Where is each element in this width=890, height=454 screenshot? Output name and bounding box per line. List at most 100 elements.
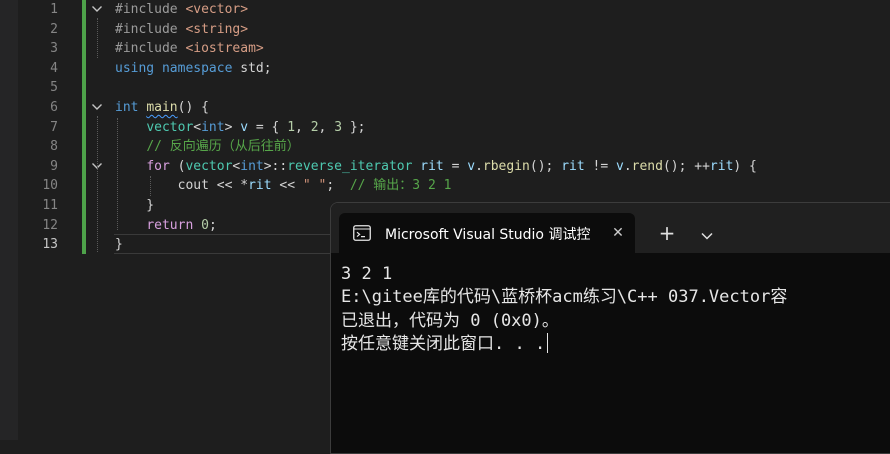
debug-console-window[interactable]: Microsoft Visual Studio 调试控 ✕ + 3 2 1 E:… <box>330 202 890 454</box>
code-token: <iostream> <box>185 41 264 57</box>
close-tab-icon[interactable]: ✕ <box>609 224 627 242</box>
code-token: 0 <box>201 217 209 233</box>
code-token: (); ++ <box>662 158 710 174</box>
code-token: 1 <box>287 119 296 135</box>
code-token: = <box>443 158 468 174</box>
code-line[interactable]: cout << *rit << " "; // 输出：3 2 1 <box>115 176 452 196</box>
code-token: 3 <box>334 119 343 135</box>
code-token: v <box>467 158 476 174</box>
fold-chevron-down-icon[interactable] <box>90 100 104 114</box>
terminal-icon <box>353 225 371 241</box>
code-token: cout << * <box>115 178 249 194</box>
line-number: 8 <box>50 139 58 155</box>
code-token: int <box>201 119 225 135</box>
code-token: reverse_iterator <box>287 158 413 174</box>
line-number: 11 <box>42 198 58 213</box>
line-number: 10 <box>42 178 58 194</box>
code-token: std; <box>232 60 272 76</box>
code-line[interactable]: // 反向遍历（从后往前） <box>115 137 299 157</box>
code-line[interactable]: return 0; <box>115 216 217 236</box>
code-token: int <box>115 100 139 115</box>
code-token: 2 <box>310 119 319 135</box>
code-token: <vector> <box>185 2 249 17</box>
code-line[interactable]: #include <vector> <box>115 0 248 20</box>
code-line[interactable]: vector<int> v = { 1, 2, 3 }; <box>115 118 366 138</box>
code-token: > <box>224 119 241 135</box>
terminal-tab[interactable]: Microsoft Visual Studio 调试控 ✕ <box>339 213 635 253</box>
change-indicator-bar <box>82 0 86 254</box>
fold-region-line <box>97 18 99 58</box>
terminal-tab-bar: Microsoft Visual Studio 调试控 ✕ + <box>331 203 890 253</box>
code-token: using <box>115 60 155 76</box>
code-token: ) { <box>733 158 757 174</box>
code-token: v <box>615 158 624 174</box>
code-token: rit <box>709 158 734 174</box>
line-number: 7 <box>50 119 58 135</box>
code-token: return <box>146 217 194 233</box>
code-token: (); <box>529 158 562 174</box>
fold-region-line <box>97 116 99 252</box>
code-line[interactable]: } <box>115 196 154 216</box>
code-line[interactable]: } <box>115 235 123 255</box>
code-token: << <box>271 178 303 194</box>
code-token: ; <box>326 178 350 194</box>
code-token: >:: <box>263 158 288 174</box>
terminal-output[interactable]: 3 2 1 E:\gitee库的代码\蓝桥杯acm练习\C++ 037.Vect… <box>341 263 787 356</box>
code-token: " " <box>302 178 327 194</box>
line-number: 4 <box>50 60 58 76</box>
code-token: rbegin <box>482 158 530 174</box>
code-token: vector <box>185 158 233 174</box>
fold-chevron-down-icon[interactable] <box>90 2 104 16</box>
line-number: 5 <box>50 80 58 96</box>
code-token: // 输出：3 2 1 <box>349 178 452 194</box>
line-number: 13 <box>42 237 58 253</box>
code-token: }; <box>342 119 366 135</box>
code-token: = { <box>248 119 288 135</box>
code-token: #include <box>115 21 186 37</box>
line-number: 1 <box>50 2 58 17</box>
terminal-output-line: 3 2 1 <box>341 264 393 284</box>
code-token: #include <box>115 2 186 17</box>
terminal-tab-title: Microsoft Visual Studio 调试控 <box>385 227 591 243</box>
code-token: . <box>475 158 483 174</box>
code-token: } <box>115 198 155 213</box>
line-number: 9 <box>50 158 58 174</box>
line-number: 2 <box>50 21 58 37</box>
code-token: , <box>318 119 335 135</box>
code-token: rit <box>561 158 585 174</box>
code-token: main <box>146 100 178 115</box>
code-token: rit <box>248 178 272 194</box>
line-number: 3 <box>50 41 58 57</box>
code-token: rend <box>631 158 663 174</box>
code-token: rit <box>420 158 444 174</box>
terminal-output-line: 已退出，代码为 0 (0x0)。 <box>341 310 559 331</box>
new-tab-button[interactable]: + <box>657 223 677 243</box>
code-line[interactable]: using namespace std; <box>115 59 272 79</box>
code-token: . <box>623 158 632 174</box>
code-token: int <box>240 158 264 174</box>
chevron-down-icon[interactable] <box>699 227 715 240</box>
code-token: != <box>584 158 616 174</box>
terminal-output-line: E:\gitee库的代码\蓝桥杯acm练习\C++ 037.Vector容 <box>341 287 788 308</box>
code-token: namespace <box>161 60 233 76</box>
code-line[interactable]: #include <string> <box>115 20 248 40</box>
terminal-output-line: 按任意键关闭此窗口. . . <box>341 333 546 354</box>
code-token: v <box>240 119 249 135</box>
code-token: } <box>115 237 123 253</box>
line-number: 12 <box>42 217 58 233</box>
code-token: ; <box>208 217 217 233</box>
code-line[interactable]: #include <iostream> <box>115 39 264 59</box>
code-token: #include <box>115 41 186 57</box>
code-line[interactable]: int main() { <box>115 98 209 118</box>
code-line[interactable]: for (vector<int>::reverse_iterator rit =… <box>115 157 757 177</box>
line-number: 6 <box>50 100 58 115</box>
terminal-prompt-line: 按任意键关闭此窗口. . . <box>341 332 787 356</box>
code-token: ( <box>169 158 186 174</box>
code-token: , <box>295 119 311 135</box>
